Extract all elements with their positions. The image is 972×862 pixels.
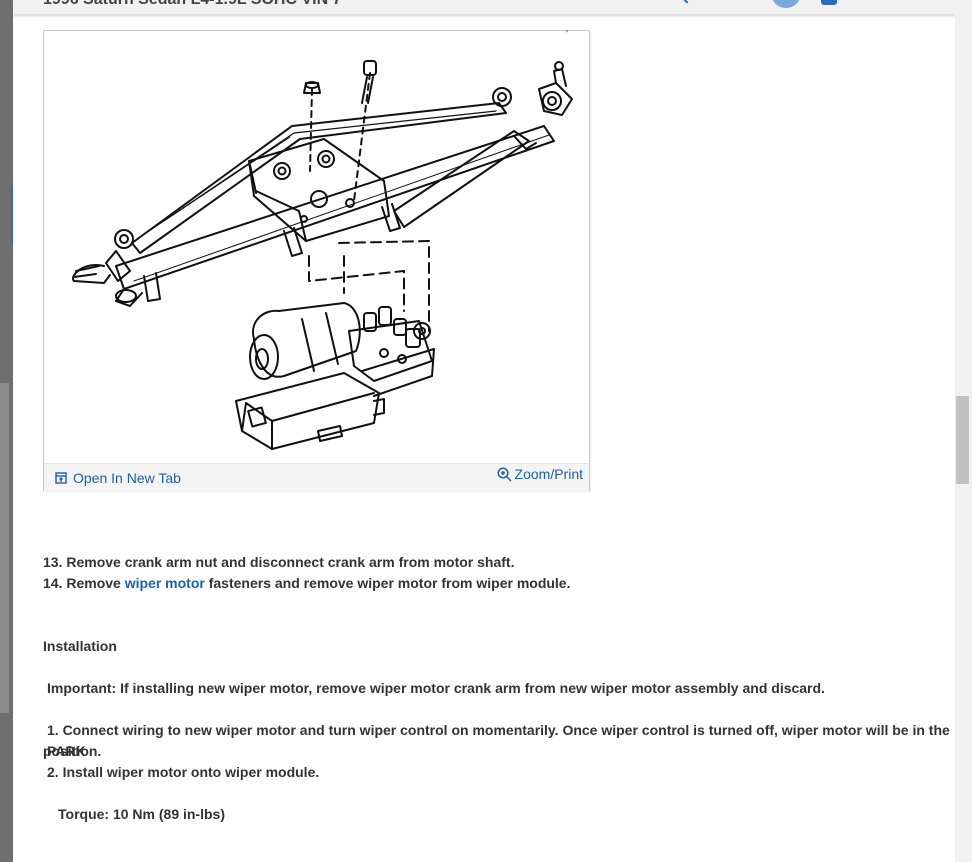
step-13: 13. Remove crank arm nut and disconnect … — [43, 554, 515, 570]
install-step-2: 2. Install wiper motor onto wiper module… — [47, 764, 320, 780]
avatar[interactable] — [771, 0, 801, 8]
figure-wiper-motor: ' Open In New Tab Zoom/Print — [43, 29, 590, 491]
figure-toolbar: Open In New Tab Zoom/Print — [44, 463, 589, 491]
wiper-linkage-diagram — [72, 60, 573, 450]
page-scrollbar[interactable] — [955, 0, 972, 862]
open-new-tab-icon — [55, 472, 67, 484]
zoom-print-label: Zoom/Print — [514, 466, 583, 482]
installation-heading: Installation — [43, 638, 117, 654]
torque-spec: Torque: 10 Nm (89 in-lbs) — [58, 806, 225, 822]
step-14-suffix: fasteners and remove wiper motor from wi… — [204, 575, 571, 591]
figure-trademark: ' — [566, 29, 568, 40]
scrollbar-thumb[interactable] — [956, 396, 969, 484]
open-in-new-tab-label: Open In New Tab — [73, 470, 181, 486]
zoom-print-link[interactable]: Zoom/Print — [496, 466, 583, 482]
document-modal: 1996 Saturn Sedan L4-1.9L SOHC VIN 7 — [13, 0, 955, 862]
zoom-in-icon — [496, 466, 512, 482]
important-note: Important: If installing new wiper motor… — [47, 680, 825, 696]
bookmark-icon[interactable] — [821, 0, 837, 5]
open-in-new-tab-link[interactable]: Open In New Tab — [55, 470, 181, 486]
step-14-prefix: 14. Remove — [43, 575, 125, 591]
install-step-1: 1. Connect wiring to new wiper motor and… — [47, 722, 950, 759]
page-backdrop — [0, 0, 13, 862]
modal-header: 1996 Saturn Sedan L4-1.9L SOHC VIN 7 — [13, 0, 955, 15]
backdrop-scrollbar — [0, 383, 9, 713]
wiper-motor-link[interactable]: wiper motor — [125, 575, 205, 591]
modal-title: 1996 Saturn Sedan L4-1.9L SOHC VIN 7 — [43, 0, 341, 9]
install-step-1-cont: position. — [43, 743, 102, 759]
chevron-left-icon[interactable] — [681, 0, 693, 4]
step-14: 14. Remove wiper motor fasteners and rem… — [43, 573, 570, 594]
